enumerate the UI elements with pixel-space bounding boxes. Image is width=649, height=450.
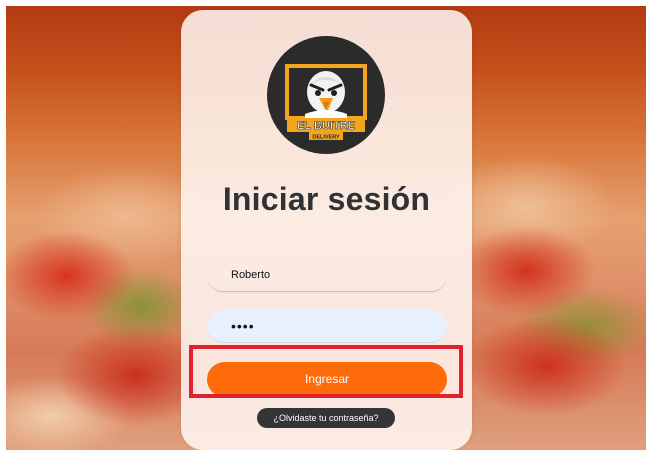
login-card: EL BUITRE DELIVERY Iniciar sesión Ingres…: [181, 10, 472, 450]
vulture-icon: EL BUITRE DELIVERY: [285, 64, 367, 141]
forgot-password-link[interactable]: ¿Olvidaste tu contraseña?: [257, 408, 395, 428]
login-button[interactable]: Ingresar: [207, 362, 447, 397]
username-input[interactable]: [207, 259, 447, 292]
pizza-background: EL BUITRE DELIVERY Iniciar sesión Ingres…: [6, 6, 646, 450]
password-input[interactable]: [207, 310, 447, 343]
el-buitre-logo: EL BUITRE DELIVERY: [267, 36, 385, 154]
page-title: Iniciar sesión: [222, 181, 431, 217]
logo-subtext: DELIVERY: [312, 135, 340, 141]
logo-text: EL BUITRE: [297, 120, 355, 132]
